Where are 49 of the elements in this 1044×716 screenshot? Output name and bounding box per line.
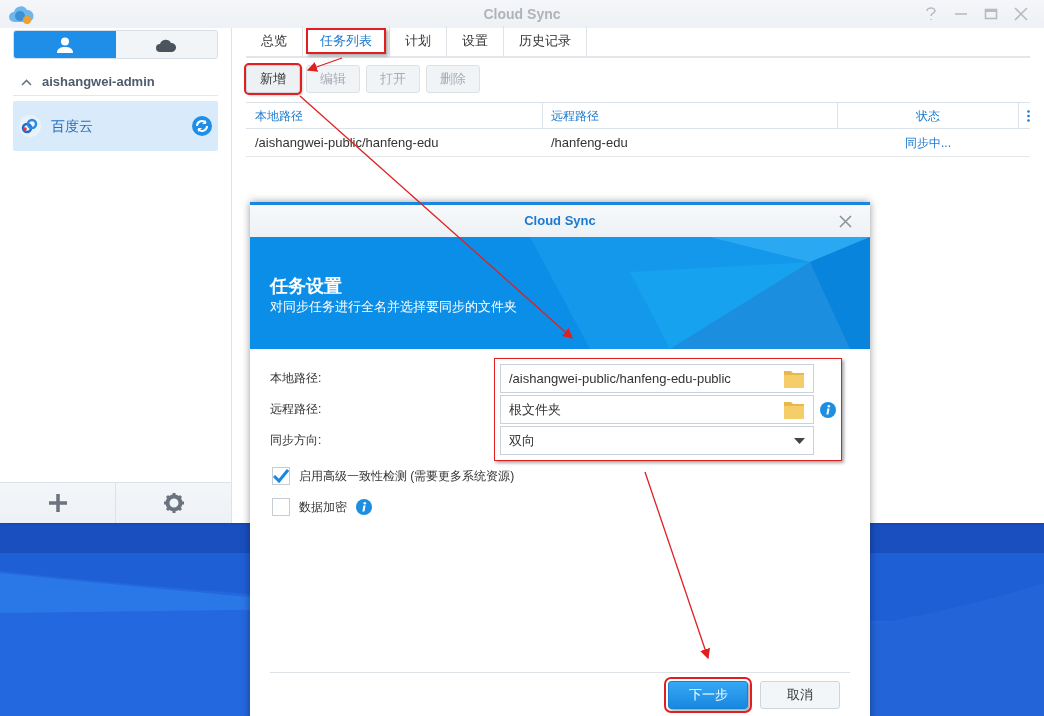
table-cell-text: /hanfeng-edu (550, 133, 629, 152)
info-icon[interactable] (356, 499, 372, 515)
chevron-icon (21, 78, 32, 86)
annotation-arrow (306, 57, 343, 72)
dialog-title: Cloud Sync (524, 212, 596, 231)
info-icon[interactable] (820, 401, 836, 418)
folder-icon[interactable] (783, 399, 805, 420)
settings-icon (163, 493, 184, 513)
tab[interactable]: 总览 (249, 28, 299, 54)
column-header[interactable]: 状态 (837, 102, 1019, 129)
sidebar-tab[interactable] (115, 31, 217, 58)
status-text: 同步中... (904, 134, 952, 152)
folder-icon[interactable] (783, 368, 805, 389)
toolbar-button[interactable]: 新增 (246, 65, 300, 93)
path-field[interactable]: 根文件夹 (500, 395, 814, 424)
close-icon[interactable] (839, 214, 852, 228)
field-label: 本地路径: (270, 370, 323, 387)
path-field[interactable]: /aishangwei-public/hanfeng-edu-public (500, 364, 814, 393)
dropdown-field[interactable]: 双向 (500, 426, 814, 455)
checkbox[interactable] (272, 467, 290, 485)
column-header[interactable]: 本地路径 (246, 106, 542, 125)
column-header[interactable]: 远程路径 (542, 102, 837, 129)
window-title: Cloud Sync (483, 4, 561, 24)
user-icon (56, 36, 73, 53)
maximize-icon[interactable] (984, 7, 998, 21)
tab[interactable]: 计划 (393, 28, 443, 54)
field-label: 同步方向: (270, 432, 323, 449)
sidebar-item[interactable]: 百度云 (13, 101, 218, 151)
tab[interactable]: 任务列表 (306, 28, 386, 54)
cloud-service-icon (19, 115, 41, 137)
sidebar-tab[interactable] (14, 31, 116, 58)
help-icon[interactable] (924, 7, 938, 21)
account-header[interactable]: aishangwei-admin (13, 69, 218, 96)
close-icon[interactable] (1014, 7, 1028, 21)
dropdown-caret-icon (794, 437, 805, 444)
checkbox[interactable] (272, 498, 290, 516)
dialog-heading: 任务设置 (270, 275, 343, 297)
checkmark-icon (273, 469, 289, 483)
plus-icon (47, 493, 68, 513)
dialog-subheading: 对同步任务进行全名并选择要同步的文件夹 (270, 298, 517, 316)
field-label: 远程路径: (270, 401, 323, 418)
tab[interactable]: 设置 (450, 28, 500, 54)
cloud-icon (156, 37, 177, 52)
tab[interactable]: 历史记录 (507, 28, 583, 54)
cancel-button[interactable]: 取消 (760, 680, 840, 709)
checkbox-label: 数据加密 (299, 499, 347, 516)
sync-icon (192, 116, 212, 136)
checkbox-label: 启用高级一致性检测 (需要更多系统资源) (299, 468, 515, 485)
more-icon[interactable] (1027, 109, 1030, 122)
